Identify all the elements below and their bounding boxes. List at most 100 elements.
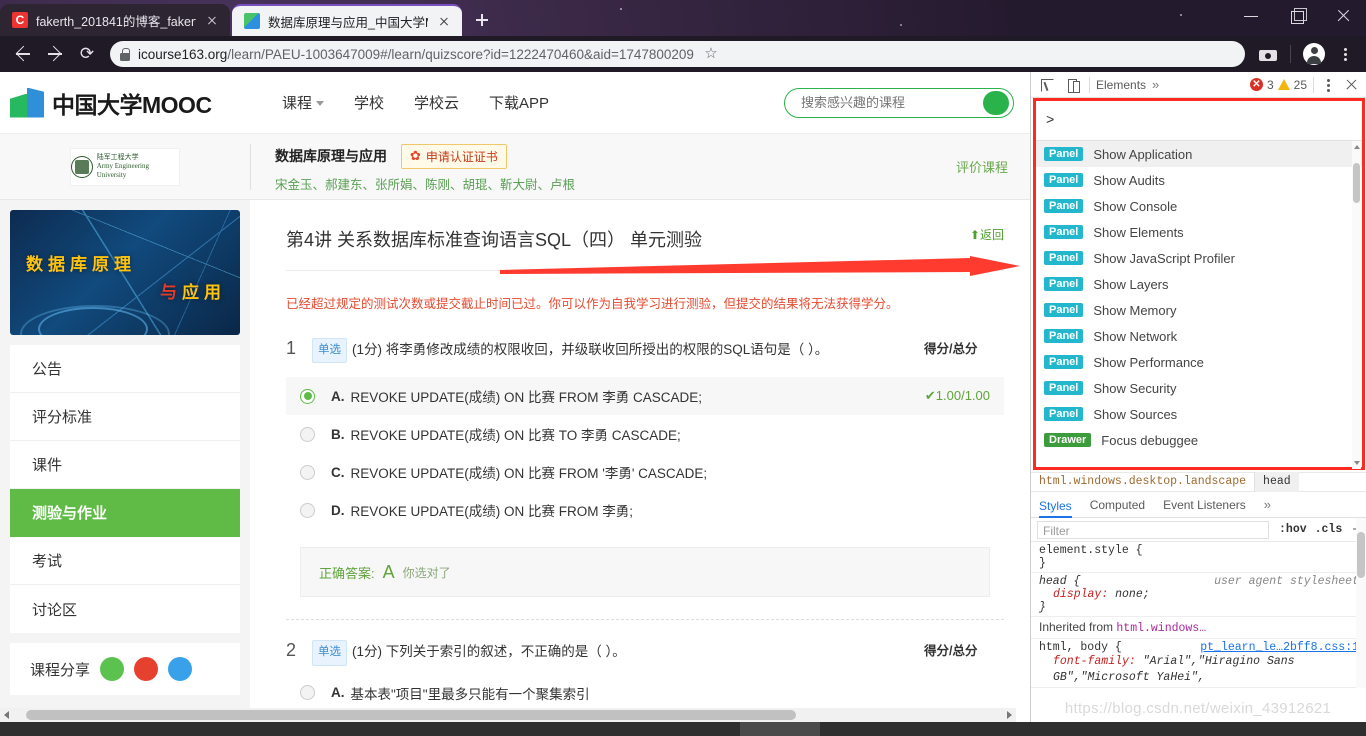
window-close-button[interactable] bbox=[1320, 0, 1366, 32]
close-icon[interactable] bbox=[204, 12, 220, 28]
back-icon[interactable] bbox=[8, 39, 38, 69]
command-item-show-network[interactable]: Panel Show Network bbox=[1036, 323, 1362, 349]
course-search[interactable] bbox=[784, 87, 1014, 118]
command-item-show-javascript-profiler[interactable]: Panel Show JavaScript Profiler bbox=[1036, 245, 1362, 271]
radio-icon[interactable] bbox=[300, 502, 315, 518]
command-item-show-performance[interactable]: Panel Show Performance bbox=[1036, 349, 1362, 375]
sidebar-item-courseware[interactable]: 课件 bbox=[10, 441, 240, 489]
tab-elements[interactable]: Elements bbox=[1096, 78, 1146, 92]
taskbar-active-window[interactable] bbox=[740, 722, 820, 736]
browser-tab-1[interactable]: fakerth_201841的博客_fakerth bbox=[0, 4, 230, 36]
browser-tab-2[interactable]: 数据库原理与应用_中国大学MOO bbox=[232, 4, 462, 36]
command-item-show-audits[interactable]: Panel Show Audits bbox=[1036, 167, 1362, 193]
command-list-scrollbar[interactable] bbox=[1352, 141, 1361, 469]
sidebar-item-quiz-homework[interactable]: 测验与作业 bbox=[10, 489, 240, 537]
option-b[interactable]: B. REVOKE UPDATE(成绩) ON 比赛 TO 李勇 CASCADE… bbox=[286, 415, 1004, 453]
more-panels-icon[interactable]: » bbox=[1152, 77, 1159, 92]
search-icon[interactable] bbox=[983, 90, 1009, 115]
search-input[interactable] bbox=[801, 95, 983, 110]
nav-item-school-cloud[interactable]: 学校云 bbox=[414, 92, 459, 113]
panel-tag: Panel bbox=[1044, 225, 1084, 239]
new-tab-button[interactable] bbox=[468, 6, 496, 34]
address-bar[interactable]: icourse163.org/learn/PAEU-1003647009#/le… bbox=[110, 41, 1245, 67]
scroll-right-arrow[interactable] bbox=[1007, 711, 1012, 719]
cls-button[interactable]: .cls bbox=[1311, 523, 1347, 536]
nav-item-courses[interactable]: 课程 bbox=[282, 92, 325, 113]
scroll-down-arrow[interactable] bbox=[1354, 461, 1360, 465]
avatar[interactable] bbox=[1303, 43, 1325, 65]
horizontal-scroll-thumb[interactable] bbox=[26, 710, 796, 720]
weibo-icon[interactable] bbox=[134, 657, 159, 681]
css-rule-head[interactable]: user agent stylesheet head { display: non… bbox=[1031, 573, 1366, 617]
radio-icon[interactable] bbox=[300, 426, 315, 442]
inherited-from-selector[interactable]: html.windows… bbox=[1116, 622, 1206, 635]
back-link[interactable]: ⬆返回 bbox=[970, 226, 1004, 243]
tab-styles[interactable]: Styles bbox=[1039, 492, 1072, 518]
command-item-show-console[interactable]: Panel Show Console bbox=[1036, 193, 1362, 219]
radio-icon[interactable] bbox=[300, 464, 315, 480]
nav-item-download-app[interactable]: 下载APP bbox=[489, 92, 549, 113]
command-input-row[interactable]: > bbox=[1036, 101, 1362, 141]
hov-button[interactable]: :hov bbox=[1275, 523, 1311, 536]
browser-menu-icon[interactable] bbox=[1332, 39, 1358, 69]
bookmark-star-icon[interactable]: ☆ bbox=[702, 45, 720, 63]
filter-input[interactable]: Filter bbox=[1037, 520, 1270, 539]
tab-computed[interactable]: Computed bbox=[1090, 498, 1145, 512]
command-item-show-sources[interactable]: Panel Show Sources bbox=[1036, 401, 1362, 427]
question-1-options: A. REVOKE UPDATE(成绩) ON 比赛 FROM 李勇 CASCA… bbox=[286, 377, 1004, 529]
command-item-show-elements[interactable]: Panel Show Elements bbox=[1036, 219, 1362, 245]
wechat-icon[interactable] bbox=[100, 657, 125, 681]
more-tabs-icon[interactable]: » bbox=[1264, 497, 1271, 512]
prop-name[interactable]: font-family bbox=[1053, 655, 1129, 668]
reload-icon[interactable]: ⟳ bbox=[72, 39, 102, 69]
prop-value[interactable]: none; bbox=[1115, 588, 1150, 601]
maximize-button[interactable] bbox=[1274, 0, 1320, 32]
css-rule-element-style[interactable]: element.style { } bbox=[1031, 542, 1366, 573]
prop-name[interactable]: display bbox=[1053, 588, 1101, 601]
command-item-show-security[interactable]: Panel Show Security bbox=[1036, 375, 1362, 401]
mooc-logo[interactable]: 中国大学MOOC bbox=[10, 86, 260, 120]
rate-course-link[interactable]: 评价课程 bbox=[956, 157, 1008, 176]
command-item-show-layers[interactable]: Panel Show Layers bbox=[1036, 271, 1362, 297]
issue-counters[interactable]: ✕ 3 25 bbox=[1249, 78, 1307, 92]
breadcrumb-item-html[interactable]: html.windows.desktop.landscape bbox=[1031, 472, 1254, 492]
command-item-show-application[interactable]: Panel Show Application bbox=[1036, 141, 1362, 167]
command-scroll-thumb[interactable] bbox=[1353, 163, 1360, 203]
rule-selector: html, body { bbox=[1039, 641, 1122, 654]
option-d[interactable]: D. REVOKE UPDATE(成绩) ON 比赛 FROM 李勇; bbox=[286, 491, 1004, 529]
option-a[interactable]: A. REVOKE UPDATE(成绩) ON 比赛 FROM 李勇 CASCA… bbox=[286, 377, 1004, 416]
scroll-left-arrow[interactable] bbox=[4, 711, 9, 719]
qq-icon[interactable] bbox=[168, 657, 193, 681]
styles-scroll-thumb[interactable] bbox=[1357, 532, 1365, 578]
rule-origin-link[interactable]: pt_learn_le…2bff8.css:1 bbox=[1200, 641, 1359, 654]
sidebar-item-announcements[interactable]: 公告 bbox=[10, 345, 240, 393]
breadcrumb-item-head[interactable]: head bbox=[1254, 472, 1299, 492]
command-item-show-memory[interactable]: Panel Show Memory bbox=[1036, 297, 1362, 323]
kebab-menu-icon[interactable] bbox=[1320, 75, 1336, 95]
apply-certificate-button[interactable]: ✿ 申请认证证书 bbox=[401, 143, 507, 169]
minimize-button[interactable] bbox=[1228, 0, 1274, 32]
sidebar-item-exam[interactable]: 考试 bbox=[10, 537, 240, 585]
sidebar-item-discussion[interactable]: 讨论区 bbox=[10, 585, 240, 633]
command-item-focus-debuggee[interactable]: Drawer Focus debuggee bbox=[1036, 427, 1362, 453]
option-c[interactable]: C. REVOKE UPDATE(成绩) ON 比赛 FROM '李勇' CAS… bbox=[286, 453, 1004, 491]
devtools-close-icon[interactable] bbox=[1342, 76, 1360, 94]
horizontal-scrollbar[interactable] bbox=[0, 708, 1016, 722]
camera-icon[interactable] bbox=[1253, 39, 1283, 69]
css-rule-html-body[interactable]: pt_learn_le…2bff8.css:1 html, body { font… bbox=[1031, 639, 1366, 689]
styles-scrollbar[interactable] bbox=[1356, 518, 1366, 688]
radio-icon[interactable] bbox=[300, 388, 315, 404]
option-d-letter: D. bbox=[331, 502, 345, 518]
device-toolbar-icon[interactable] bbox=[1063, 75, 1083, 95]
command-input[interactable] bbox=[1054, 113, 1352, 128]
tab-event-listeners[interactable]: Event Listeners bbox=[1163, 498, 1246, 512]
forward-icon[interactable] bbox=[40, 39, 70, 69]
drawer-tag: Drawer bbox=[1044, 433, 1092, 447]
close-icon[interactable] bbox=[436, 13, 452, 29]
inspect-icon[interactable] bbox=[1037, 75, 1057, 95]
q2-option-a[interactable]: A. 基本表"项目"里最多只能有一个聚集索引 bbox=[286, 674, 1004, 712]
nav-item-schools[interactable]: 学校 bbox=[354, 92, 384, 113]
sidebar-item-grading[interactable]: 评分标准 bbox=[10, 393, 240, 441]
radio-icon[interactable] bbox=[300, 685, 315, 701]
scroll-up-arrow[interactable] bbox=[1354, 145, 1360, 149]
